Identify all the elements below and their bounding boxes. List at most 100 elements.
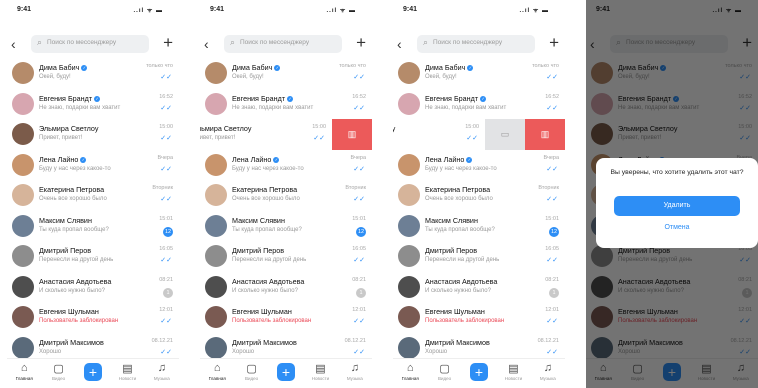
- chat-name-text: Лена Лайно: [39, 154, 79, 164]
- chat-row[interactable]: Анастасия АвдотьеваИ сколько нужно было?…: [7, 271, 179, 302]
- delete-action-button[interactable]: ▥: [332, 119, 372, 150]
- back-arrow-icon[interactable]: ‹: [397, 36, 402, 52]
- chat-row[interactable]: Евгения Шульман Пользователь заблокирован…: [200, 302, 372, 333]
- chat-row[interactable]: Лена Лайно✓Буду у нас через какое-тоВчер…: [200, 149, 372, 180]
- confirm-delete-button[interactable]: Удалить: [614, 196, 740, 216]
- chat-row[interactable]: Евгения Брандт✓Не знаю, подарки вам хват…: [200, 88, 372, 119]
- chat-row-content[interactable]: Евгения Брандт✓Не знаю, подарки вам хват…: [393, 88, 565, 119]
- chat-row-content[interactable]: Дмитрий Перов Перенесли на другой день 16:…: [393, 241, 565, 272]
- chat-row-content[interactable]: Дмитрий Перов Перенесли на другой день 16:…: [7, 241, 179, 272]
- read-check-icon: ✓✓: [546, 257, 558, 264]
- chat-row-content[interactable]: Эльмира Светлоу Привет, привет! 15:00 ✓✓: [200, 119, 332, 150]
- chat-row[interactable]: Анастасия АвдотьеваИ сколько нужно было?…: [393, 271, 565, 302]
- chat-row[interactable]: Максим СлявинТы куда пропал вообще? 15:01…: [393, 210, 565, 241]
- chat-row[interactable]: Евгения Брандт✓Не знаю, подарки вам хват…: [393, 88, 565, 119]
- chat-row[interactable]: Лена Лайно✓Буду у нас через какое-тоВчер…: [393, 149, 565, 180]
- tab-Главная[interactable]: ⌂ Главная: [7, 359, 41, 388]
- search-input[interactable]: ⌕ Поиск по мессенджеру: [224, 35, 342, 53]
- chat-row[interactable]: ▥ Эльмира Светлоу Привет, привет! 15:00 ✓✓: [200, 119, 372, 150]
- archive-action-button[interactable]: ▭: [485, 119, 525, 150]
- search-input[interactable]: ⌕ Поиск по мессенджеру: [417, 35, 535, 53]
- chat-row-content[interactable]: Максим СлявинТы куда пропал вообще? 15:01…: [7, 210, 179, 241]
- chat-row[interactable]: Евгения Шульман Пользователь заблокирован…: [393, 302, 565, 333]
- tab-Видео[interactable]: ▢Видео: [41, 359, 75, 388]
- tab-Главная[interactable]: ⌂ Главная: [393, 359, 427, 388]
- chat-row-content[interactable]: Евгения Брандт✓Не знаю, подарки вам хват…: [200, 88, 372, 119]
- tab-Музыка[interactable]: ♫ Музыка: [531, 359, 565, 388]
- home-icon: ⌂: [20, 362, 28, 374]
- tab-Музыка[interactable]: ♫ Музыка: [338, 359, 372, 388]
- cancel-button[interactable]: Отмена: [614, 224, 740, 231]
- new-chat-icon[interactable]: +: [163, 33, 173, 53]
- chat-row-content[interactable]: Максим СлявинТы куда пропал вообще? 15:01…: [393, 210, 565, 241]
- chat-row-content[interactable]: Евгения Брандт✓Не знаю, подарки вам хват…: [7, 88, 179, 119]
- tab-create[interactable]: +: [76, 359, 110, 388]
- chat-row-content[interactable]: ьмира Светлоуивет, привет!15:00✓✓: [393, 119, 485, 150]
- new-chat-icon[interactable]: +: [549, 33, 559, 53]
- chat-row[interactable]: Дмитрий Перов Перенесли на другой день 16:…: [7, 241, 179, 272]
- delete-action-button[interactable]: ▥: [525, 119, 565, 150]
- chat-row-content[interactable]: Екатерина Петрова Очень все хорошо было Вт…: [393, 180, 565, 211]
- chat-row[interactable]: Лена Лайно✓Буду у нас через какое-тоВчер…: [7, 149, 179, 180]
- chat-row[interactable]: Анастасия АвдотьеваИ сколько нужно было?…: [200, 271, 372, 302]
- chat-row-content[interactable]: Анастасия АвдотьеваИ сколько нужно было?…: [393, 271, 565, 302]
- tab-Новости[interactable]: ▤Новости: [303, 359, 337, 388]
- tab-Музыка[interactable]: ♫ Музыка: [145, 359, 179, 388]
- tab-Главная[interactable]: ⌂ Главная: [200, 359, 234, 388]
- chat-row-content[interactable]: Дмитрий Перов Перенесли на другой день 16:…: [200, 241, 372, 272]
- new-chat-icon[interactable]: +: [356, 33, 366, 53]
- chat-row[interactable]: Дима Бабич✓ Окей, буду! только что ✓✓: [7, 58, 179, 89]
- back-arrow-icon[interactable]: ‹: [204, 36, 209, 52]
- chat-row[interactable]: Дима Бабич✓ Окей, буду! только что ✓✓: [200, 58, 372, 89]
- chat-row-content[interactable]: Екатерина Петрова Очень все хорошо было Вт…: [7, 180, 179, 211]
- chat-row-content[interactable]: Анастасия АвдотьеваИ сколько нужно было?…: [200, 271, 372, 302]
- chat-row-content[interactable]: Евгения Шульман Пользователь заблокирован…: [200, 302, 372, 333]
- trash-icon: ▥: [347, 129, 357, 139]
- tab-Видео[interactable]: ▢Видео: [234, 359, 268, 388]
- chat-row-content[interactable]: Дима Бабич✓ Окей, буду! только что ✓✓: [200, 58, 372, 89]
- chat-row[interactable]: Екатерина Петрова Очень все хорошо было Вт…: [7, 180, 179, 211]
- avatar: [12, 275, 34, 298]
- status-bar: 9:41 ..ıl ᯤ ▬: [393, 0, 565, 22]
- clock: 9:41: [17, 6, 32, 13]
- chat-row[interactable]: Дмитрий Перов Перенесли на другой день 16:…: [393, 241, 565, 272]
- chat-row[interactable]: Евгения Шульман Пользователь заблокирован…: [7, 302, 179, 333]
- chat-row-content[interactable]: Максим СлявинТы куда пропал вообще? 15:01…: [200, 210, 372, 241]
- music-icon: ♫: [157, 362, 166, 374]
- tab-create[interactable]: +: [462, 359, 496, 388]
- avatar: [205, 214, 227, 237]
- tab-create[interactable]: +: [269, 359, 303, 388]
- tab-Новости[interactable]: ▤Новости: [110, 359, 144, 388]
- chat-row-content[interactable]: Дима Бабич✓ Окей, буду! только что ✓✓: [393, 58, 565, 89]
- chat-row[interactable]: Екатерина Петрова Очень все хорошо было Вт…: [200, 180, 372, 211]
- chat-row[interactable]: Максим СлявинТы куда пропал вообще? 15:01…: [200, 210, 372, 241]
- chat-row[interactable]: ▭▥ ьмира Светлоуивет, привет!15:00✓✓: [393, 119, 565, 150]
- chat-row-content[interactable]: Евгения Шульман Пользователь заблокирован…: [393, 302, 565, 333]
- chat-time: 16:52: [352, 93, 366, 100]
- chat-row-content[interactable]: Лена Лайно✓Буду у нас через какое-тоВчер…: [7, 149, 179, 180]
- chat-row[interactable]: Дмитрий Перов Перенесли на другой день 16:…: [200, 241, 372, 272]
- chat-row[interactable]: Дима Бабич✓ Окей, буду! только что ✓✓: [393, 58, 565, 89]
- chat-row-content[interactable]: Екатерина Петрова Очень все хорошо было Вт…: [200, 180, 372, 211]
- chat-row[interactable]: Екатерина Петрова Очень все хорошо было Вт…: [393, 180, 565, 211]
- avatar: [398, 245, 420, 267]
- chat-row-content[interactable]: Евгения Шульман Пользователь заблокирован…: [7, 302, 179, 333]
- chat-time: 16:05: [159, 246, 173, 252]
- search-placeholder: Поиск по мессенджеру: [240, 39, 310, 46]
- chat-row-content[interactable]: Лена Лайно✓Буду у нас через какое-тоВчер…: [200, 149, 372, 180]
- chat-preview: И сколько нужно было?: [425, 287, 491, 294]
- avatar: [12, 62, 34, 84]
- tab-Видео[interactable]: ▢Видео: [427, 359, 461, 388]
- chat-row-content[interactable]: Анастасия АвдотьеваИ сколько нужно было?…: [7, 271, 179, 302]
- chat-row[interactable]: Эльмира Светлоу Привет, привет! 15:00 ✓✓: [7, 119, 179, 150]
- search-input[interactable]: ⌕ Поиск по мессенджеру: [31, 35, 149, 53]
- avatar: [398, 153, 420, 176]
- tab-Новости[interactable]: ▤Новости: [496, 359, 530, 388]
- chat-row-content[interactable]: Лена Лайно✓Буду у нас через какое-тоВчер…: [393, 149, 565, 180]
- chat-row[interactable]: Евгения Брандт✓Не знаю, подарки вам хват…: [7, 88, 179, 119]
- unread-badge: 12: [163, 226, 173, 237]
- back-arrow-icon[interactable]: ‹: [11, 36, 16, 52]
- chat-row-content[interactable]: Эльмира Светлоу Привет, привет! 15:00 ✓✓: [7, 119, 179, 150]
- chat-row[interactable]: Максим СлявинТы куда пропал вообще? 15:01…: [7, 210, 179, 241]
- chat-row-content[interactable]: Дима Бабич✓ Окей, буду! только что ✓✓: [7, 58, 179, 89]
